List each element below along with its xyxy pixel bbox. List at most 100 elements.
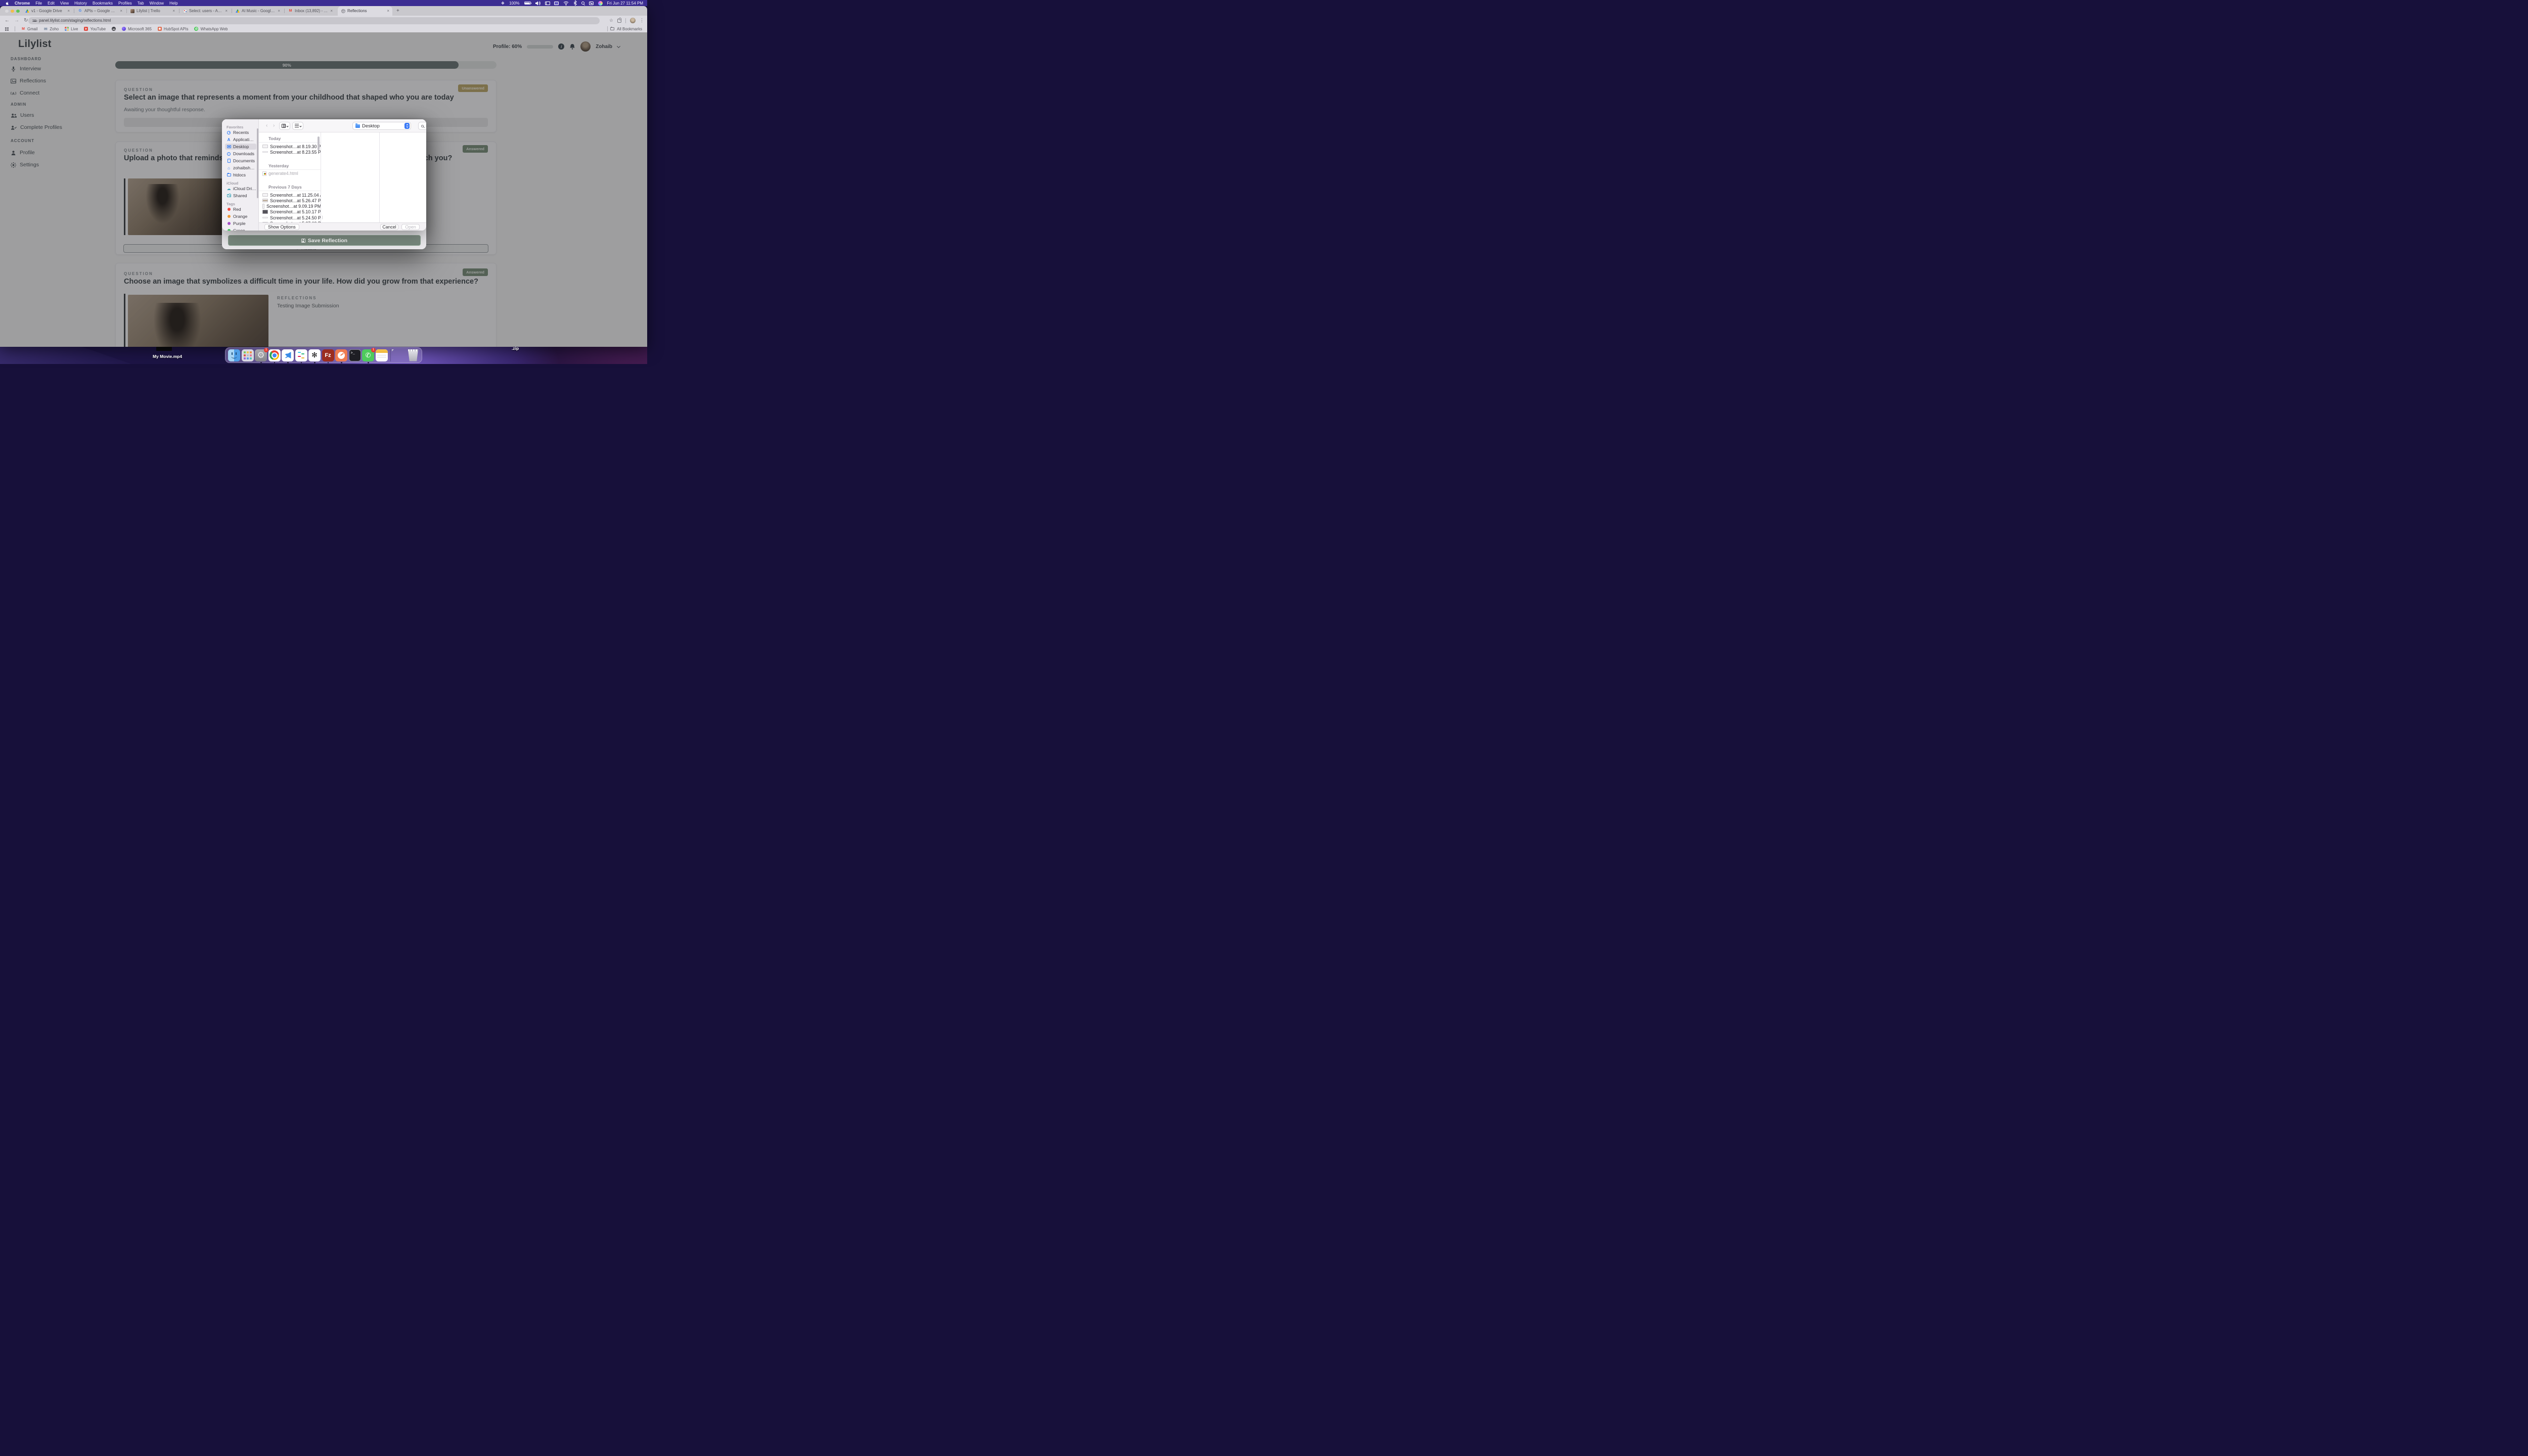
file-list-scrollbar[interactable] bbox=[318, 136, 320, 150]
sidebar-item-downloads[interactable]: ↓Downloads bbox=[225, 151, 256, 157]
file-row[interactable]: Screenshot…at 11.25.04 AM bbox=[259, 192, 321, 198]
column-resize-handle[interactable]: ❘❘ bbox=[318, 215, 325, 219]
finder-icon[interactable] bbox=[228, 349, 240, 361]
save-reflection-button[interactable]: Save Reflection bbox=[228, 235, 421, 246]
vscode-icon[interactable] bbox=[282, 349, 294, 361]
column-view-button[interactable] bbox=[279, 122, 290, 130]
file-row[interactable]: Screenshot…at 5.24.50 PM bbox=[259, 215, 321, 220]
tab-ai-music-drive[interactable]: AI Music - Google Drive × bbox=[233, 6, 283, 16]
sidebar-item-desktop[interactable]: Desktop bbox=[225, 144, 256, 150]
tab-reflections-active[interactable]: Reflections × bbox=[338, 6, 392, 16]
all-bookmarks[interactable]: All Bookmarks bbox=[607, 26, 647, 31]
menu-edit[interactable]: Edit bbox=[48, 1, 55, 6]
tag-green[interactable]: Green bbox=[225, 228, 256, 231]
close-tab-icon[interactable]: × bbox=[120, 9, 122, 13]
menu-file[interactable]: File bbox=[35, 1, 42, 6]
file-row[interactable]: generate4.html bbox=[259, 171, 321, 176]
site-settings-icon[interactable] bbox=[32, 19, 36, 22]
forward-icon[interactable]: → bbox=[14, 18, 19, 23]
tab-lilylist-trello[interactable]: Lilylist | Trello × bbox=[127, 6, 178, 16]
tab-adminer-users[interactable]: Select: users - Adminer × bbox=[180, 6, 231, 16]
show-options-button[interactable]: Show Options bbox=[264, 224, 299, 230]
tag-purple[interactable]: Purple bbox=[225, 220, 256, 226]
new-tab-button[interactable]: + bbox=[396, 8, 399, 14]
apple-menu-icon[interactable] bbox=[5, 1, 9, 6]
forward-icon[interactable]: › bbox=[273, 123, 275, 128]
control-center-icon[interactable] bbox=[589, 2, 594, 5]
chrome-icon[interactable] bbox=[268, 349, 281, 361]
bookmark-youtube[interactable]: YouTube bbox=[84, 27, 106, 31]
sidebar-scrollbar[interactable] bbox=[257, 128, 258, 198]
zoom-window-button[interactable] bbox=[16, 10, 20, 13]
volume-icon[interactable] bbox=[535, 1, 540, 6]
bookmark-microsoft-365[interactable]: Microsoft 365 bbox=[122, 27, 152, 31]
extensions-icon[interactable] bbox=[617, 19, 621, 23]
menu-bookmarks[interactable]: Bookmarks bbox=[93, 1, 113, 6]
bookmark-hubspot[interactable]: ✱HubSpot APIs bbox=[158, 27, 189, 31]
sidebar-item-htdocs[interactable]: htdocs bbox=[225, 172, 256, 178]
close-tab-icon[interactable]: × bbox=[387, 9, 389, 13]
group-view-button[interactable] bbox=[292, 122, 303, 130]
file-row[interactable]: Screenshot…at 5.10.17 PM bbox=[259, 209, 321, 215]
menu-view[interactable]: View bbox=[60, 1, 69, 6]
sidebar-item-applications[interactable]: AApplicati… bbox=[225, 136, 256, 143]
whatsapp-icon[interactable]: ✆1 bbox=[362, 349, 374, 361]
sidebar-item-recents[interactable]: Recents bbox=[225, 129, 256, 135]
stage-manager-icon[interactable] bbox=[545, 2, 550, 5]
reload-icon[interactable]: ↻ bbox=[24, 18, 28, 23]
launchpad-icon[interactable] bbox=[242, 349, 254, 361]
tab-v1-google-drive[interactable]: v1 - Google Drive × bbox=[22, 6, 73, 16]
chrome-menu-icon[interactable]: ⋮ bbox=[640, 18, 644, 23]
close-tab-icon[interactable]: × bbox=[172, 9, 175, 13]
slack-icon[interactable] bbox=[295, 349, 307, 361]
bluetooth-icon[interactable] bbox=[573, 1, 577, 6]
postman-icon[interactable] bbox=[335, 349, 347, 361]
close-tab-icon[interactable]: × bbox=[278, 9, 280, 13]
apps-grid-icon[interactable] bbox=[5, 27, 9, 31]
filezilla-icon[interactable]: Fz bbox=[322, 349, 334, 361]
sidebar-item-documents[interactable]: Documents bbox=[225, 158, 256, 164]
close-tab-icon[interactable]: × bbox=[330, 9, 333, 13]
sidebar-item-icloud-drive[interactable]: ☁iCloud Dri… bbox=[225, 186, 256, 192]
search-field[interactable]: Search bbox=[418, 122, 426, 130]
chatgpt-icon[interactable]: ✻ bbox=[308, 349, 321, 361]
file-row[interactable]: Screenshot…at 8.23.55 PM bbox=[259, 149, 321, 155]
chrome-profile-avatar[interactable] bbox=[630, 18, 636, 23]
tag-red[interactable]: Red bbox=[225, 206, 256, 212]
file-row[interactable]: Screenshot…at 8.19.30 PM bbox=[259, 144, 321, 149]
address-bar[interactable]: panel.lilylist.com/staging/reflections.h… bbox=[28, 17, 600, 24]
tab-gmail-inbox[interactable]: M Inbox (13,892) - zohaibshahe… × bbox=[285, 6, 336, 16]
close-window-button[interactable] bbox=[5, 10, 9, 13]
back-icon[interactable]: ‹ bbox=[266, 123, 267, 128]
tag-orange[interactable]: Orange bbox=[225, 213, 256, 219]
battery-icon[interactable] bbox=[524, 2, 531, 5]
menu-history[interactable]: History bbox=[74, 1, 87, 6]
close-tab-icon[interactable]: × bbox=[67, 9, 70, 13]
bookmark-live[interactable]: Live bbox=[65, 27, 78, 31]
sidebar-item-home[interactable]: ⌂zohaibsh… bbox=[225, 165, 256, 171]
wifi-icon[interactable] bbox=[563, 1, 569, 6]
spotlight-icon[interactable] bbox=[581, 2, 584, 5]
bookmark-zoho[interactable]: ✉Zoho bbox=[43, 27, 59, 31]
back-icon[interactable]: ← bbox=[5, 18, 10, 23]
trash-icon[interactable] bbox=[407, 349, 419, 361]
display-icon[interactable] bbox=[554, 2, 559, 5]
file-row[interactable]: Screenshot…at 5.26.47 PM bbox=[259, 198, 321, 203]
close-tab-icon[interactable]: × bbox=[225, 9, 228, 13]
menu-help[interactable]: Help bbox=[169, 1, 177, 6]
notes-icon[interactable] bbox=[376, 349, 388, 361]
bookmark-upwork[interactable]: up bbox=[112, 27, 116, 31]
video-file-thumbnail[interactable] bbox=[156, 347, 172, 351]
bookmark-gmail[interactable]: MGmail bbox=[21, 27, 37, 31]
desktop-file-zip[interactable]: .zip bbox=[512, 346, 519, 351]
location-dropdown[interactable]: Desktop bbox=[352, 122, 411, 130]
terminal-icon[interactable]: >_ bbox=[349, 349, 361, 361]
menu-clock[interactable]: Fri Jun 27 11:54 PM bbox=[607, 1, 643, 6]
system-settings-icon[interactable]: ⚙1 bbox=[255, 349, 267, 361]
menu-tab[interactable]: Tab bbox=[138, 1, 144, 6]
desktop-file-movie[interactable]: My Movie.mp4 bbox=[153, 354, 182, 359]
tab-apis-workspace[interactable]: G APIs – Google Workspace – … × bbox=[75, 6, 125, 16]
menu-profiles[interactable]: Profiles bbox=[118, 1, 132, 6]
menu-window[interactable]: Window bbox=[150, 1, 164, 6]
menu-app-name[interactable]: Chrome bbox=[15, 1, 30, 6]
